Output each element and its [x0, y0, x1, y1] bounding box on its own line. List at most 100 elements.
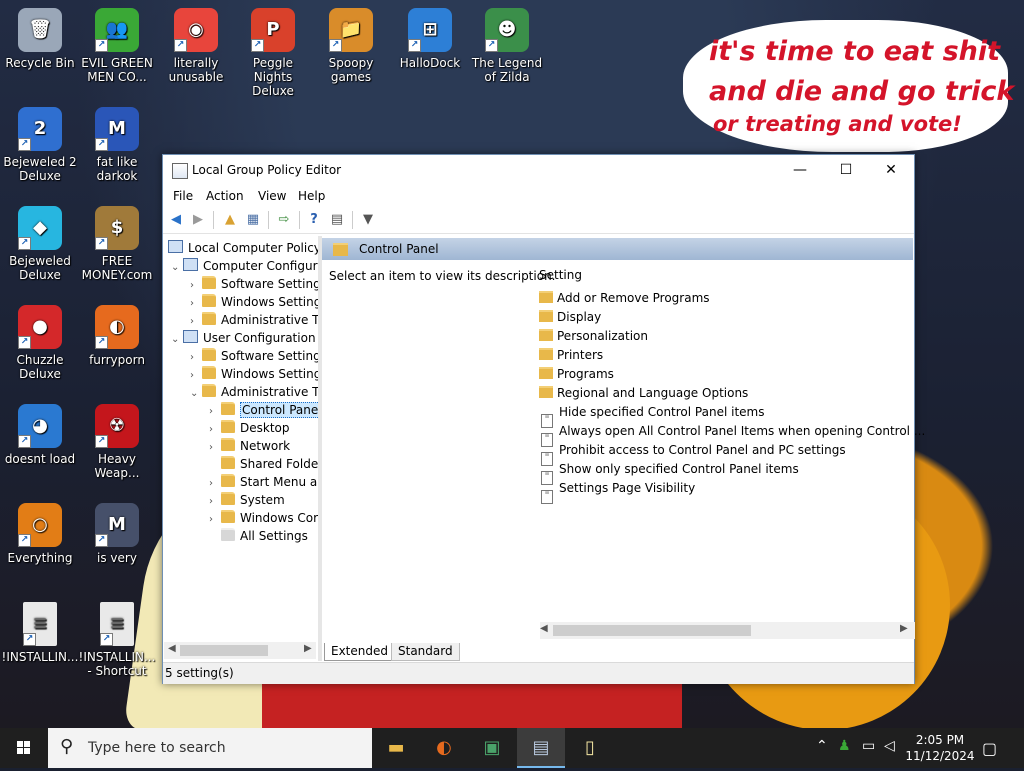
- volume-icon[interactable]: ◁: [884, 738, 895, 754]
- desktop-icon[interactable]: M ↗ fat like darkok: [77, 107, 157, 183]
- filter-icon[interactable]: ▼: [359, 211, 377, 229]
- tree-node-control-panel[interactable]: › Control Panel: [209, 401, 318, 419]
- notification-icon[interactable]: ▢: [982, 739, 997, 758]
- tree-node-user-configuration[interactable]: ⌄ User Configuration: [171, 329, 316, 347]
- collapse-chevron-icon[interactable]: ⌄: [171, 259, 183, 277]
- policy-setting-row[interactable]: ≡ Always open All Control Panel Items whe…: [539, 422, 925, 447]
- policy-setting-row[interactable]: ≡ Prohibit access to Control Panel and PC…: [539, 441, 846, 466]
- settings-folder-row[interactable]: Display: [539, 308, 601, 327]
- export-list-icon[interactable]: ⇨: [275, 211, 293, 229]
- policy-setting-row[interactable]: ≡ Settings Page Visibility: [539, 479, 695, 504]
- desktop-icon-label: Everything: [7, 551, 73, 565]
- minimize-button[interactable]: —: [777, 155, 823, 185]
- tree-node-shared-folders[interactable]: Shared Folder: [209, 455, 318, 473]
- tab-standard[interactable]: Standard: [391, 643, 460, 661]
- desktop-icon[interactable]: 🗑 Recycle Bin: [0, 8, 80, 70]
- tree-node-desktop[interactable]: › Desktop: [209, 419, 290, 437]
- desktop-icon[interactable]: ○ ↗ Everything: [0, 503, 80, 565]
- desktop-icon[interactable]: ☻ ↗ The Legend of Zilda: [467, 8, 547, 84]
- details-scroll-thumb[interactable]: [553, 625, 751, 636]
- menu-file[interactable]: File: [173, 189, 193, 203]
- notepad-icon[interactable]: ▯: [566, 728, 614, 768]
- details-horizontal-scrollbar[interactable]: ◀ ▶: [540, 622, 915, 639]
- desktop-icon[interactable]: ☢ ↗ Heavy Weap...: [77, 404, 157, 480]
- desktop-icon[interactable]: ≡ ↗ !INSTALLIN...: [0, 602, 80, 664]
- taskbar-search-box[interactable]: ⚲ Type here to search: [48, 728, 372, 768]
- tree-node-uc-windows-settings[interactable]: › Windows Setting: [190, 365, 318, 383]
- desktop-icon[interactable]: P ↗ Peggle Nights Deluxe: [233, 8, 313, 98]
- speech-bubble: it's time to eat shit and die and go tri…: [683, 20, 1014, 152]
- tree-node-windows-components[interactable]: › Windows Cor: [209, 509, 318, 527]
- menu-help[interactable]: Help: [298, 189, 325, 203]
- scroll-right-icon[interactable]: ▶: [304, 643, 312, 654]
- toolbar-separator: [268, 211, 269, 229]
- desktop-icon[interactable]: M ↗ is very: [77, 503, 157, 565]
- tree-node-system[interactable]: › System: [209, 491, 285, 509]
- desktop-icon[interactable]: ◐ ↗ furryporn: [77, 305, 157, 367]
- tree-node-cc-windows-settings[interactable]: › Windows Setting: [190, 293, 318, 311]
- scroll-right-icon[interactable]: ▶: [900, 623, 908, 634]
- settings-folder-row[interactable]: Printers: [539, 346, 603, 365]
- forward-icon[interactable]: ▶: [189, 211, 207, 229]
- tree-node-all-settings[interactable]: All Settings: [209, 527, 308, 545]
- scroll-left-icon[interactable]: ◀: [540, 623, 548, 634]
- app-window-icon[interactable]: ▣: [468, 728, 516, 768]
- console-tree[interactable]: Local Computer Policy ⌄ Computer Configur…: [164, 238, 318, 646]
- collapse-chevron-icon[interactable]: ⌄: [171, 331, 183, 349]
- tree-node-uc-administrative-templates[interactable]: ⌄ Administrative Te: [190, 383, 318, 401]
- tree-node-cc-administrative-templates[interactable]: › Administrative Te: [190, 311, 318, 329]
- policy-setting-row[interactable]: ≡ Show only specified Control Panel items: [539, 460, 799, 485]
- settings-folder-row[interactable]: Personalization: [539, 327, 648, 346]
- settings-folder-row[interactable]: Regional and Language Options: [539, 384, 748, 403]
- settings-folder-row[interactable]: Programs: [539, 365, 614, 384]
- menu-action[interactable]: Action: [206, 189, 244, 203]
- network-icon[interactable]: ▭: [862, 738, 875, 754]
- firefox-icon[interactable]: ◐: [420, 728, 468, 768]
- gpedit-taskbar-icon[interactable]: ▤: [517, 728, 565, 768]
- desktop-icon[interactable]: $ ↗ FREE MONEY.com: [77, 206, 157, 282]
- desktop-icon[interactable]: ◉ ↗ literally unusable: [156, 8, 236, 84]
- help-icon[interactable]: ?: [305, 211, 323, 229]
- folder-icon: [221, 510, 235, 523]
- tree-node-computer-configuration[interactable]: ⌄ Computer Configura: [171, 257, 318, 275]
- maximize-button[interactable]: ☐: [823, 155, 869, 185]
- desktop-icon[interactable]: ◕ ↗ doesnt load: [0, 404, 80, 466]
- details-header-title: Control Panel: [359, 242, 439, 256]
- column-header-setting[interactable]: Setting: [539, 268, 582, 282]
- shortcut-arrow-icon: ↗: [18, 435, 31, 448]
- back-icon[interactable]: ◀: [167, 211, 185, 229]
- desktop-icon[interactable]: ≡ ↗ !INSTALLIN... - Shortcut: [77, 602, 157, 678]
- close-button[interactable]: ✕: [868, 155, 914, 185]
- show-hide-tree-icon[interactable]: ▦: [244, 211, 262, 229]
- chevron-up-icon[interactable]: ⌃: [816, 738, 828, 754]
- scroll-left-icon[interactable]: ◀: [168, 643, 176, 654]
- group-policy-editor-window[interactable]: Local Group Policy Editor — ☐ ✕ File Act…: [162, 154, 925, 684]
- tree-node-start-menu[interactable]: › Start Menu ar: [209, 473, 318, 491]
- menu-view[interactable]: View: [258, 189, 286, 203]
- desktop-icon[interactable]: ● ↗ Chuzzle Deluxe: [0, 305, 80, 381]
- tree-node-uc-software-settings[interactable]: › Software Settings: [190, 347, 318, 365]
- title-bar[interactable]: Local Group Policy Editor — ☐ ✕: [163, 155, 914, 185]
- extended-view-icon[interactable]: ▤: [328, 211, 346, 229]
- settings-folder-row[interactable]: Add or Remove Programs: [539, 289, 710, 308]
- policy-setting-row[interactable]: ≡ Hide specified Control Panel items: [539, 403, 764, 428]
- desktop-icon[interactable]: 👥 ↗ EVIL GREEN MEN CO...: [77, 8, 157, 84]
- clock[interactable]: 2:05 PM 11/12/2024: [905, 732, 975, 764]
- desktop-icon[interactable]: 📁 ↗ Spoopy games: [311, 8, 391, 84]
- tree-horizontal-scrollbar[interactable]: ◀ ▶: [164, 642, 316, 659]
- tree-scroll-thumb[interactable]: [180, 645, 268, 656]
- shortcut-arrow-icon: ↗: [100, 633, 113, 646]
- tree-node-cc-software-settings[interactable]: › Software Settings: [190, 275, 318, 293]
- file-explorer-icon[interactable]: ▬: [372, 728, 420, 768]
- collapse-chevron-icon[interactable]: ⌄: [190, 385, 202, 403]
- desktop-icon[interactable]: ⊞ ↗ HalloDock: [390, 8, 470, 70]
- people-icon[interactable]: ♟: [838, 738, 851, 754]
- start-button[interactable]: [0, 728, 48, 768]
- tab-extended[interactable]: Extended: [324, 643, 395, 661]
- up-folder-icon[interactable]: ▲: [221, 211, 239, 229]
- desktop-icon[interactable]: ◆ ↗ Bejeweled Deluxe: [0, 206, 80, 282]
- desktop-icon[interactable]: 2 ↗ Bejeweled 2 Deluxe: [0, 107, 80, 183]
- tree-node-local-computer-policy[interactable]: Local Computer Policy: [168, 239, 318, 257]
- setting-label: Prohibit access to Control Panel and PC …: [559, 443, 846, 457]
- tree-node-network[interactable]: › Network: [209, 437, 290, 455]
